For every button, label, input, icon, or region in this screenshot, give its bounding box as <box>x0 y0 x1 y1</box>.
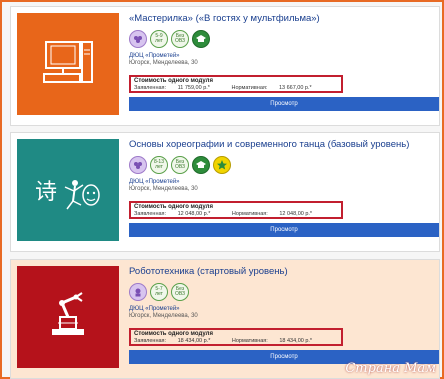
normative-value: 12 048,00 р.* <box>279 211 313 217</box>
view-button[interactable]: Просмотр <box>129 223 439 237</box>
declared-price: Заявленная: 11 759,00 р.* <box>134 85 220 91</box>
program-title[interactable]: «Мастерилка» («В гостях у мультфильма») <box>129 13 433 24</box>
normative-label: Нормативная: <box>231 85 268 91</box>
price-row: Заявленная: 18 434,00 р.* Нормативная: 1… <box>134 338 338 344</box>
price-box: Стоимость одного модуля Заявленная: 18 4… <box>129 328 343 346</box>
no-disability-badge: Без ОВЗ <box>171 283 189 301</box>
card-content: Основы хореографии и современного танца … <box>129 133 439 237</box>
robot-arm-icon <box>52 292 84 335</box>
normative-value: 18 434,00 р.* <box>279 338 313 344</box>
declared-label: Заявленная: <box>134 211 167 217</box>
no-disability-badge: Без ОВЗ <box>171 156 189 174</box>
age-badge: 8-13 лет <box>150 156 168 174</box>
declared-label: Заявленная: <box>134 85 167 91</box>
declared-label: Заявленная: <box>134 338 167 344</box>
program-title[interactable]: Робототехника (стартовый уровень) <box>129 266 433 277</box>
svg-text:诗: 诗 <box>35 180 57 205</box>
program-title[interactable]: Основы хореографии и современного танца … <box>129 139 433 150</box>
normative-label: Нормативная: <box>231 211 268 217</box>
age-group-icon <box>129 283 147 301</box>
declared-price: Заявленная: 18 434,00 р.* <box>134 338 220 344</box>
graduation-cap-icon <box>192 156 210 174</box>
price-box: Стоимость одного модуля Заявленная: 12 0… <box>129 201 343 219</box>
no-disability-badge: Без ОВЗ <box>171 30 189 48</box>
age-badge: 5-7 лет <box>150 283 168 301</box>
view-button[interactable]: Просмотр <box>129 97 439 111</box>
program-thumbnail[interactable]: 诗 <box>17 139 119 241</box>
card-content: Робототехника (стартовый уровень) 5-7 ле… <box>129 260 439 364</box>
normative-price: Нормативная: 12 048,00 р.* <box>232 211 322 217</box>
normative-price: Нормативная: 13 667,00 р.* <box>231 85 321 91</box>
price-row: Заявленная: 11 759,00 р.* Нормативная: 1… <box>134 85 338 91</box>
declared-value: 11 759,00 р.* <box>177 85 210 91</box>
declared-value: 18 434,00 р.* <box>177 338 211 344</box>
normative-label: Нормативная: <box>231 338 268 344</box>
badge-row: 5-7 лет Без ОВЗ <box>129 283 433 301</box>
page-frame: «Мастерилка» («В гостях у мультфильма») … <box>0 0 444 379</box>
price-label: Стоимость одного модуля <box>134 331 213 337</box>
address: Югорск, Менделеева, 30 <box>129 313 198 319</box>
price-label: Стоимость одного модуля <box>134 78 213 84</box>
program-card: 诗 Основы хореографии и современного танц… <box>10 132 440 252</box>
address: Югорск, Менделеева, 30 <box>129 60 198 66</box>
age-group-icon <box>129 156 147 174</box>
program-card: «Мастерилка» («В гостях у мультфильма») … <box>10 6 440 126</box>
price-row: Заявленная: 12 048,00 р.* Нормативная: 1… <box>134 211 338 217</box>
program-thumbnail[interactable] <box>17 13 119 115</box>
organization-name[interactable]: ДЮЦ «Прометей» <box>129 53 433 59</box>
star-icon <box>213 156 231 174</box>
age-badge: 5-9 лет <box>150 30 168 48</box>
watermark: Страна Мам <box>345 361 436 376</box>
declared-price: Заявленная: 12 048,00 р.* <box>134 211 220 217</box>
graduation-cap-icon <box>192 30 210 48</box>
declared-value: 12 048,00 р.* <box>177 211 211 217</box>
computer-icon <box>43 41 93 83</box>
badge-row: 8-13 лет Без ОВЗ <box>129 156 433 174</box>
organization-name[interactable]: ДЮЦ «Прометей» <box>129 306 433 312</box>
program-thumbnail[interactable] <box>17 266 119 368</box>
normative-value: 13 667,00 р.* <box>278 85 312 91</box>
address: Югорск, Менделеева, 30 <box>129 186 198 192</box>
price-box: Стоимость одного модуля Заявленная: 11 7… <box>129 75 343 93</box>
card-content: «Мастерилка» («В гостях у мультфильма») … <box>129 7 439 111</box>
price-label: Стоимость одного модуля <box>134 204 213 210</box>
theater-masks-icon: 诗 <box>35 180 100 210</box>
organization-name[interactable]: ДЮЦ «Прометей» <box>129 179 433 185</box>
badge-row: 5-9 лет Без ОВЗ <box>129 30 433 48</box>
normative-price: Нормативная: 18 434,00 р.* <box>232 338 322 344</box>
age-group-icon <box>129 30 147 48</box>
